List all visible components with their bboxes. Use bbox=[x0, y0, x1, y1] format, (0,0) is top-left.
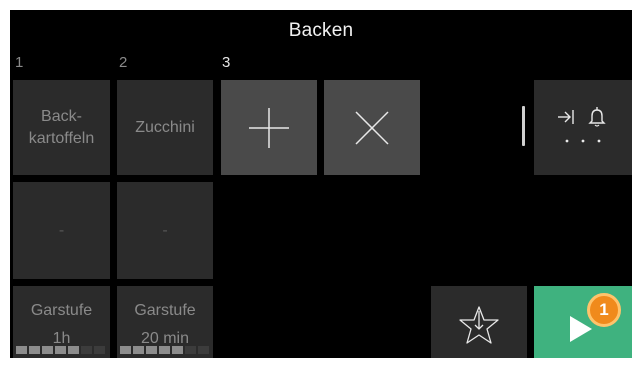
page-title: Backen bbox=[288, 20, 354, 41]
save-favorite-button[interactable] bbox=[431, 286, 527, 358]
step-number-3: 3 bbox=[222, 54, 231, 71]
step-1-food-label: Back- kartoffeln bbox=[28, 107, 95, 147]
step-2-progress bbox=[120, 346, 209, 354]
step-1-empty-label: - bbox=[58, 221, 65, 239]
step-2-level-label: Garstufe bbox=[134, 302, 196, 319]
step-1-progress bbox=[16, 346, 105, 354]
step-2-empty-label: - bbox=[162, 221, 168, 239]
bell-icon bbox=[588, 106, 606, 127]
notification-badge: 1 bbox=[587, 293, 621, 327]
timer-icons-group bbox=[558, 106, 606, 142]
star-download-icon bbox=[459, 306, 499, 344]
step-2-food-tile[interactable]: Zucchini bbox=[117, 80, 213, 175]
add-step-button[interactable] bbox=[221, 80, 317, 175]
step-2-empty-tile[interactable]: - bbox=[117, 182, 213, 279]
step-number-1: 1 bbox=[15, 54, 24, 71]
step-1-empty-tile[interactable]: - bbox=[13, 182, 110, 279]
step-2-food-label: Zucchini bbox=[135, 118, 195, 136]
scrollbar-thumb[interactable] bbox=[522, 106, 525, 146]
remove-step-button[interactable] bbox=[324, 80, 420, 175]
step-1-level-tile[interactable]: Garstufe 1h bbox=[13, 286, 110, 358]
screen: Backen 1 2 3 Back- kartoffeln Zucchini -… bbox=[0, 0, 634, 387]
timer-alarm-button[interactable] bbox=[534, 80, 632, 175]
step-number-2: 2 bbox=[119, 54, 128, 71]
appliance-display: Backen 1 2 3 Back- kartoffeln Zucchini -… bbox=[10, 10, 632, 358]
step-1-level-label: Garstufe bbox=[30, 302, 93, 319]
step-2-level-tile[interactable]: Garstufe 20 min bbox=[117, 286, 213, 358]
start-button[interactable] bbox=[534, 286, 632, 358]
step-1-food-tile[interactable]: Back- kartoffeln bbox=[13, 80, 110, 175]
plus-icon bbox=[249, 107, 289, 148]
skip-to-end-icon bbox=[558, 109, 574, 124]
close-icon bbox=[355, 110, 389, 145]
more-dots-icon bbox=[565, 139, 601, 142]
